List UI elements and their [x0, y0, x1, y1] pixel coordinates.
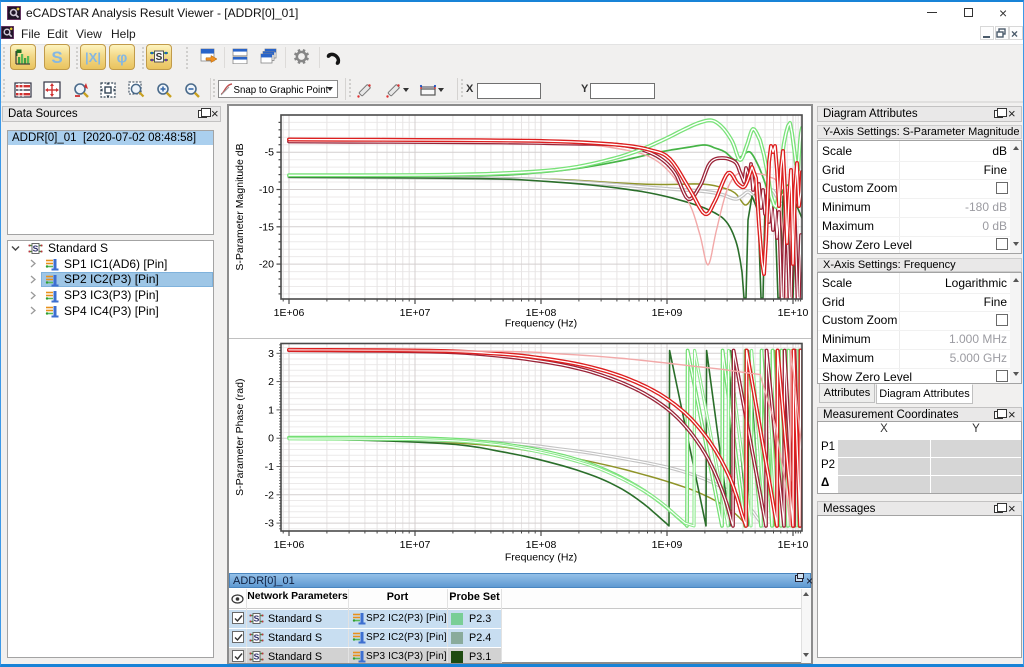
svg-text:-5: -5 — [265, 147, 274, 159]
svg-text:S-Parameter Magnitude dB: S-Parameter Magnitude dB — [234, 143, 246, 270]
svg-text:|X|: |X| — [85, 50, 101, 65]
svg-text:Frequency (Hz): Frequency (Hz) — [505, 318, 577, 330]
svg-text:1E+06: 1E+06 — [274, 307, 305, 319]
svg-text:0: 0 — [268, 433, 274, 445]
svg-text:3: 3 — [268, 348, 274, 360]
svg-text:1E+08: 1E+08 — [526, 539, 557, 551]
svg-text:S: S — [254, 633, 260, 643]
svg-text:1E+09: 1E+09 — [652, 539, 683, 551]
svg-text:1: 1 — [268, 404, 274, 416]
svg-text:1E+07: 1E+07 — [400, 539, 431, 551]
svg-text:1E+10: 1E+10 — [778, 307, 809, 319]
svg-text:-15: -15 — [259, 221, 274, 233]
svg-text:S: S — [33, 244, 39, 254]
svg-text:1E+07: 1E+07 — [400, 307, 431, 319]
svg-text:-20: -20 — [259, 259, 274, 271]
svg-text:Frequency (Hz): Frequency (Hz) — [505, 552, 577, 564]
svg-text:S: S — [254, 652, 260, 662]
svg-text:1E+09: 1E+09 — [652, 307, 683, 319]
svg-text:S: S — [51, 48, 62, 67]
svg-text:-1: -1 — [265, 461, 274, 473]
svg-text:-2: -2 — [265, 489, 274, 501]
svg-text:S-Parameter Phase (rad): S-Parameter Phase (rad) — [234, 379, 246, 496]
svg-text:1E+06: 1E+06 — [274, 539, 305, 551]
svg-text:S: S — [254, 614, 260, 624]
svg-text:S: S — [156, 52, 163, 63]
svg-text:-3: -3 — [265, 518, 274, 530]
svg-text:φ: φ — [117, 50, 128, 67]
svg-text:-10: -10 — [259, 184, 274, 196]
svg-text:2: 2 — [268, 376, 274, 388]
svg-text:1E+10: 1E+10 — [778, 539, 809, 551]
